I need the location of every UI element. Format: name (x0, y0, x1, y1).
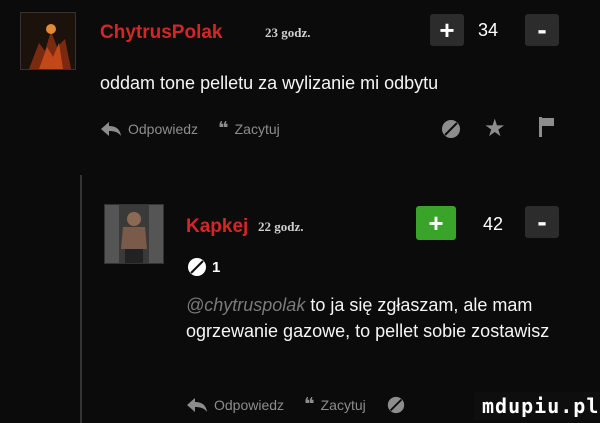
upvote-button[interactable]: + (416, 206, 456, 240)
reply-icon (187, 397, 207, 412)
mention-link[interactable]: @chytruspolak (186, 295, 305, 315)
quote-button[interactable]: ❝ Zacytuj (304, 394, 366, 415)
username[interactable]: ChytrusPolak (100, 22, 222, 44)
attachment-count: 1 (212, 258, 221, 276)
flag-icon[interactable] (538, 116, 556, 138)
vote-score: 34 (478, 20, 499, 40)
comment-text: @chytruspolak to ja się zgłaszam, ale ma… (186, 292, 576, 344)
downvote-button[interactable]: - (525, 14, 559, 46)
comment-text: oddam tone pelletu za wylizanie mi odbyt… (100, 73, 439, 93)
downvote-button[interactable]: - (525, 206, 559, 238)
upvote-button[interactable]: + (430, 14, 464, 46)
avatar[interactable] (104, 204, 164, 264)
quote-label: Zacytuj (234, 120, 280, 137)
quote-icon: ❝ (218, 118, 229, 138)
reply-label: Odpowiedz (128, 120, 199, 137)
spam-icon[interactable] (386, 395, 406, 415)
username[interactable]: Kapkej (186, 216, 248, 238)
comment-actions: Odpowiedz ❝ Zacytuj (100, 118, 300, 139)
comment-actions: Odpowiedz ❝ Zacytuj (186, 394, 406, 415)
reply-icon (101, 121, 121, 136)
spam-icon (188, 258, 206, 276)
reply-button[interactable]: Odpowiedz (100, 121, 198, 137)
reply-label: Odpowiedz (214, 396, 285, 413)
timestamp: 22 godz. (258, 219, 304, 234)
timestamp: 23 godz. (265, 25, 311, 40)
avatar[interactable] (20, 12, 76, 70)
vote-score: 42 (483, 214, 504, 234)
watermark: mdupiu.pl (474, 392, 600, 420)
star-icon[interactable]: ★ (484, 114, 506, 143)
thread-line (80, 175, 82, 423)
reply-button[interactable]: Odpowiedz (186, 397, 284, 413)
quote-label: Zacytuj (320, 396, 366, 413)
attachment-indicator[interactable]: 1 (186, 256, 220, 278)
quote-icon: ❝ (304, 394, 315, 414)
spam-icon[interactable] (440, 118, 462, 140)
quote-button[interactable]: ❝ Zacytuj (218, 118, 280, 139)
